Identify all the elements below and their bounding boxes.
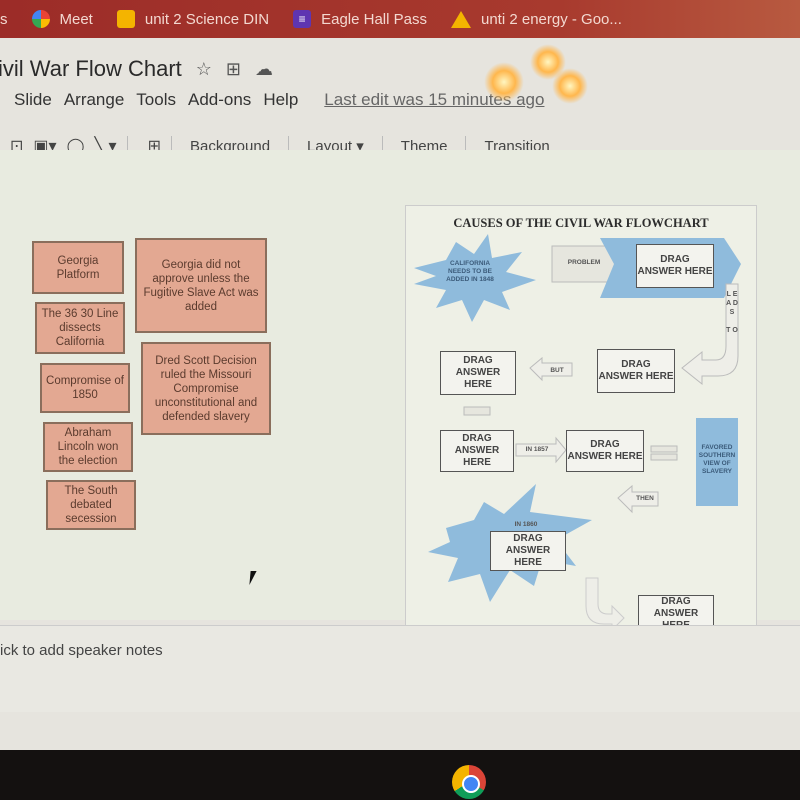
bookmark-label: unit 2 Science DIN bbox=[144, 10, 270, 28]
bookmark-label: unti 2 energy - Goo... bbox=[480, 10, 622, 28]
light-glare bbox=[484, 62, 524, 102]
answer-card[interactable]: The South debated secession bbox=[46, 480, 136, 530]
problem-label: PROBLEM bbox=[567, 259, 601, 266]
flowchart-slide: CAUSES OF THE CIVIL WAR FLOWCHART CALIFO… bbox=[405, 205, 757, 643]
answer-card[interactable]: Abraham Lincoln won the election bbox=[43, 422, 133, 472]
meet-icon bbox=[31, 10, 50, 28]
equals-shape bbox=[650, 453, 678, 461]
in-1860-label: IN 1860 bbox=[514, 521, 538, 528]
menu-arrange[interactable]: Arrange bbox=[64, 90, 124, 110]
bookmark-eagle-hall-pass[interactable]: ≡ Eagle Hall Pass bbox=[293, 10, 427, 28]
menu-slide[interactable]: Slide bbox=[14, 90, 52, 110]
drop-zone-5[interactable]: DRAG ANSWER HERE bbox=[566, 430, 644, 472]
answer-card[interactable]: Dred Scott Decision ruled the Missouri C… bbox=[141, 342, 271, 435]
bookmark-label: Eagle Hall Pass bbox=[321, 10, 427, 28]
bookmark-label: s bbox=[0, 10, 8, 28]
menu-tools[interactable]: Tools bbox=[136, 90, 176, 110]
speaker-notes-panel[interactable]: ick to add speaker notes bbox=[0, 625, 800, 712]
drop-zone-2[interactable]: DRAG ANSWER HERE bbox=[597, 349, 675, 393]
forms-icon: ≡ bbox=[293, 10, 312, 28]
answer-card[interactable]: Georgia Platform bbox=[32, 241, 124, 294]
move-folder-icon[interactable]: ⊞ bbox=[226, 59, 241, 80]
drive-icon bbox=[450, 10, 471, 28]
menu-bar: Slide Arrange Tools Add-ons Help Last ed… bbox=[14, 90, 556, 110]
slides-icon bbox=[116, 10, 135, 28]
menu-help[interactable]: Help bbox=[263, 90, 298, 110]
drop-zone-3[interactable]: DRAG ANSWER HERE bbox=[440, 351, 516, 395]
drop-zone-4[interactable]: DRAG ANSWER HERE bbox=[440, 430, 514, 472]
document-title[interactable]: ivil War Flow Chart bbox=[0, 56, 182, 82]
star-icon[interactable]: ☆ bbox=[196, 59, 212, 80]
bookmark-partial[interactable]: s bbox=[0, 11, 8, 28]
bookmark-unit2-science[interactable]: unit 2 Science DIN bbox=[116, 10, 270, 28]
title-row: ivil War Flow Chart ☆ ⊞ ☁ bbox=[0, 56, 273, 82]
but-label: BUT bbox=[550, 367, 564, 374]
in-1857-label: IN 1857 bbox=[525, 446, 549, 453]
bookmark-unit2-energy[interactable]: unti 2 energy - Goo... bbox=[450, 10, 622, 28]
chrome-icon[interactable] bbox=[452, 765, 486, 799]
answer-card[interactable]: Compromise of 1850 bbox=[40, 363, 130, 413]
drop-zone-1[interactable]: DRAG ANSWER HERE bbox=[636, 244, 714, 288]
bookmark-meet[interactable]: Meet bbox=[31, 10, 93, 28]
favored-text: FAVORED SOUTHERN VIEW OF SLAVERY bbox=[698, 444, 736, 475]
bookmarks-bar: s Meet unit 2 Science DIN ≡ Eagle Hall Pa… bbox=[0, 0, 800, 38]
cloud-status-icon[interactable]: ☁ bbox=[255, 59, 273, 80]
answer-card[interactable]: The 36 30 Line dissects California bbox=[35, 302, 125, 354]
answer-card[interactable]: Georgia did not approve unless the Fugit… bbox=[135, 238, 267, 333]
light-glare bbox=[552, 68, 588, 104]
speaker-notes-placeholder[interactable]: ick to add speaker notes bbox=[0, 642, 163, 659]
drop-zone-6[interactable]: DRAG ANSWER HERE bbox=[490, 531, 566, 571]
down-right-arrow-shape bbox=[585, 577, 625, 632]
then-label: THEN bbox=[636, 495, 654, 502]
california-text: CALIFORNIA NEEDS TO BE ADDED IN 1848 bbox=[446, 260, 494, 283]
equals-shape bbox=[650, 445, 678, 453]
os-shelf bbox=[0, 750, 800, 800]
mouse-cursor-icon bbox=[249, 571, 257, 585]
leads-to-label: L E A D ST O bbox=[726, 291, 738, 334]
bookmark-label: Meet bbox=[59, 10, 93, 28]
menu-add-ons[interactable]: Add-ons bbox=[188, 90, 251, 110]
connector-shape bbox=[463, 406, 491, 416]
